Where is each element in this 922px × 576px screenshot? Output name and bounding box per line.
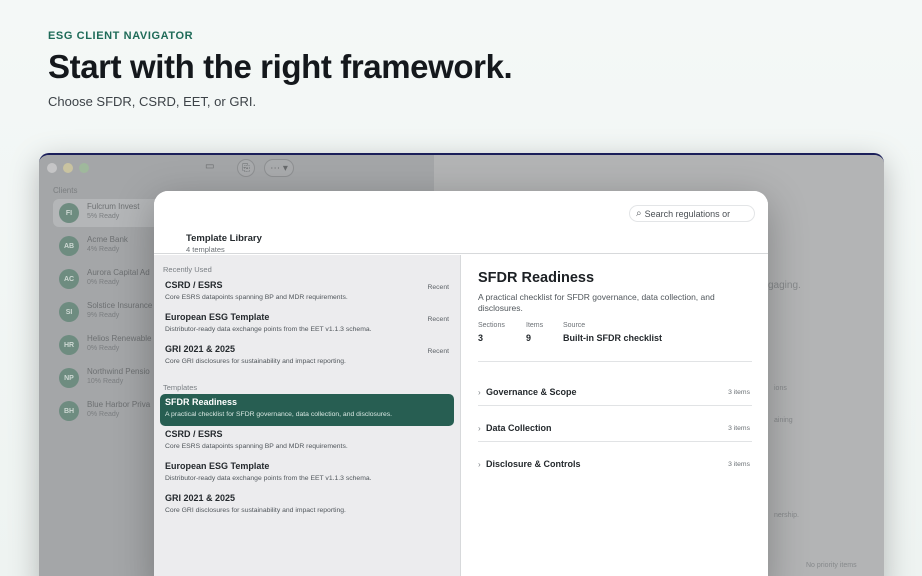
- document-icon[interactable]: ⎘: [237, 159, 255, 177]
- source-stat: Source Built-in SFDR checklist: [563, 322, 662, 343]
- section-name: Data Collection: [486, 423, 552, 433]
- client-name: Northwind Pensio: [87, 367, 150, 376]
- divider: [478, 441, 752, 442]
- window-minimize-button[interactable]: [63, 163, 73, 173]
- client-readiness: 0% Ready: [87, 345, 120, 352]
- template-description: Distributor-ready data exchange points f…: [165, 475, 372, 482]
- section-item-count: 3 items: [728, 425, 750, 432]
- templates-label: Templates: [163, 383, 198, 392]
- source-value: Built-in SFDR checklist: [563, 333, 663, 343]
- client-name: Aurora Capital Ad: [87, 268, 150, 277]
- items-stat: Items 9: [526, 322, 543, 343]
- template-name: European ESG Template: [165, 312, 270, 322]
- more-options-icon[interactable]: ⋯ ▾: [264, 159, 294, 177]
- avatar: AB: [59, 236, 79, 256]
- sidebar-toggle-icon[interactable]: ▭: [205, 161, 214, 172]
- search-input[interactable]: ⌕ Search regulations or: [629, 205, 755, 222]
- section-disclosure-controls[interactable]: › Disclosure & Controls 3 items: [478, 455, 752, 479]
- client-readiness: 0% Ready: [87, 411, 120, 418]
- client-name: Helios Renewable: [87, 334, 152, 343]
- template-description: Core ESRS datapoints spanning BP and MDR…: [165, 443, 348, 450]
- library-title: Template Library: [186, 233, 262, 244]
- background-text: gaging.: [768, 280, 801, 291]
- template-description: Core GRI disclosures for sustainability …: [165, 358, 346, 365]
- section-governance[interactable]: › Governance & Scope 3 items: [478, 383, 752, 407]
- chevron-right-icon: ›: [478, 460, 481, 469]
- clients-section-label: Clients: [53, 186, 78, 195]
- library-count: 4 templates: [186, 245, 225, 254]
- items-value: 9: [526, 333, 532, 343]
- list-item[interactable]: GRI 2021 & 2025 Core GRI disclosures for…: [160, 490, 454, 522]
- client-readiness: 4% Ready: [87, 246, 120, 253]
- chevron-right-icon: ›: [478, 424, 481, 433]
- client-readiness: 5% Ready: [87, 213, 120, 220]
- avatar: HR: [59, 335, 79, 355]
- list-item[interactable]: CSRD / ESRS Core ESRS datapoints spannin…: [160, 426, 454, 458]
- avatar: SI: [59, 302, 79, 322]
- background-text: aining: [774, 417, 793, 424]
- divider: [478, 361, 752, 362]
- detail-title: SFDR Readiness: [478, 270, 595, 286]
- search-icon: ⌕: [636, 208, 642, 219]
- avatar: AC: [59, 269, 79, 289]
- sections-value: 3: [478, 333, 484, 343]
- list-item[interactable]: GRI 2021 & 2025 Core GRI disclosures for…: [160, 341, 454, 373]
- client-name: Acme Bank: [87, 235, 128, 244]
- section-name: Disclosure & Controls: [486, 459, 581, 469]
- avatar: FI: [59, 203, 79, 223]
- list-item[interactable]: SFDR Readiness A practical checklist for…: [160, 394, 454, 426]
- background-text: nership.: [774, 512, 799, 519]
- template-name: SFDR Readiness: [165, 397, 238, 407]
- template-name: European ESG Template: [165, 461, 270, 471]
- section-item-count: 3 items: [728, 461, 750, 468]
- avatar: NP: [59, 368, 79, 388]
- window-zoom-button[interactable]: [79, 163, 89, 173]
- template-description: Core ESRS datapoints spanning BP and MDR…: [165, 294, 348, 301]
- divider: [478, 405, 752, 406]
- template-description: A practical checklist for SFDR governanc…: [165, 411, 393, 418]
- template-name: GRI 2021 & 2025: [165, 493, 236, 503]
- list-item[interactable]: CSRD / ESRS Core ESRS datapoints spannin…: [160, 277, 454, 309]
- recent-badge: Recent: [427, 284, 449, 291]
- sheet-header: ⌕ Search regulations or Template Library…: [154, 191, 768, 254]
- client-name: Blue Harbor Priva: [87, 400, 151, 409]
- sections-label: Sections: [478, 322, 505, 329]
- page-headline: Start with the right framework.: [48, 48, 513, 85]
- client-readiness: 0% Ready: [87, 279, 120, 286]
- background-text: No priority items: [806, 562, 857, 569]
- template-name: GRI 2021 & 2025: [165, 344, 236, 354]
- section-item-count: 3 items: [728, 389, 750, 396]
- sections-stat: Sections 3: [478, 322, 505, 343]
- section-name: Governance & Scope: [486, 387, 577, 397]
- section-data-collection[interactable]: › Data Collection 3 items: [478, 419, 752, 443]
- recent-badge: Recent: [427, 348, 449, 355]
- client-readiness: 9% Ready: [87, 312, 120, 319]
- template-name: CSRD / ESRS: [165, 429, 223, 439]
- avatar: BH: [59, 401, 79, 421]
- template-description: Distributor-ready data exchange points f…: [165, 326, 372, 333]
- client-name: Fulcrum Invest: [87, 202, 140, 211]
- list-item[interactable]: European ESG Template Distributor-ready …: [160, 458, 454, 490]
- hero: ESG CLIENT NAVIGATOR Start with the righ…: [48, 30, 513, 109]
- template-library-sheet: ⌕ Search regulations or Template Library…: [154, 191, 768, 576]
- source-label: Source: [563, 322, 586, 329]
- template-list: Recently Used CSRD / ESRS Core ESRS data…: [154, 255, 461, 576]
- template-detail: SFDR Readiness A practical checklist for…: [462, 255, 768, 576]
- page-subheadline: Choose SFDR, CSRD, EET, or GRI.: [48, 94, 257, 109]
- template-description: Core GRI disclosures for sustainability …: [165, 507, 346, 514]
- background-text: ions: [774, 385, 787, 392]
- template-name: CSRD / ESRS: [165, 280, 223, 290]
- client-readiness: 10% Ready: [87, 378, 124, 385]
- window-close-button[interactable]: [47, 163, 57, 173]
- recent-badge: Recent: [427, 316, 449, 323]
- detail-description: A practical checklist for SFDR governanc…: [478, 292, 715, 313]
- client-name: Solstice Insurance: [87, 301, 153, 310]
- list-item[interactable]: European ESG Template Distributor-ready …: [160, 309, 454, 341]
- items-label: Items: [526, 322, 544, 329]
- chevron-right-icon: ›: [478, 388, 481, 397]
- recently-used-label: Recently Used: [163, 265, 212, 274]
- search-placeholder: Search regulations or: [644, 208, 731, 219]
- eyebrow-label: ESG CLIENT NAVIGATOR: [48, 30, 194, 42]
